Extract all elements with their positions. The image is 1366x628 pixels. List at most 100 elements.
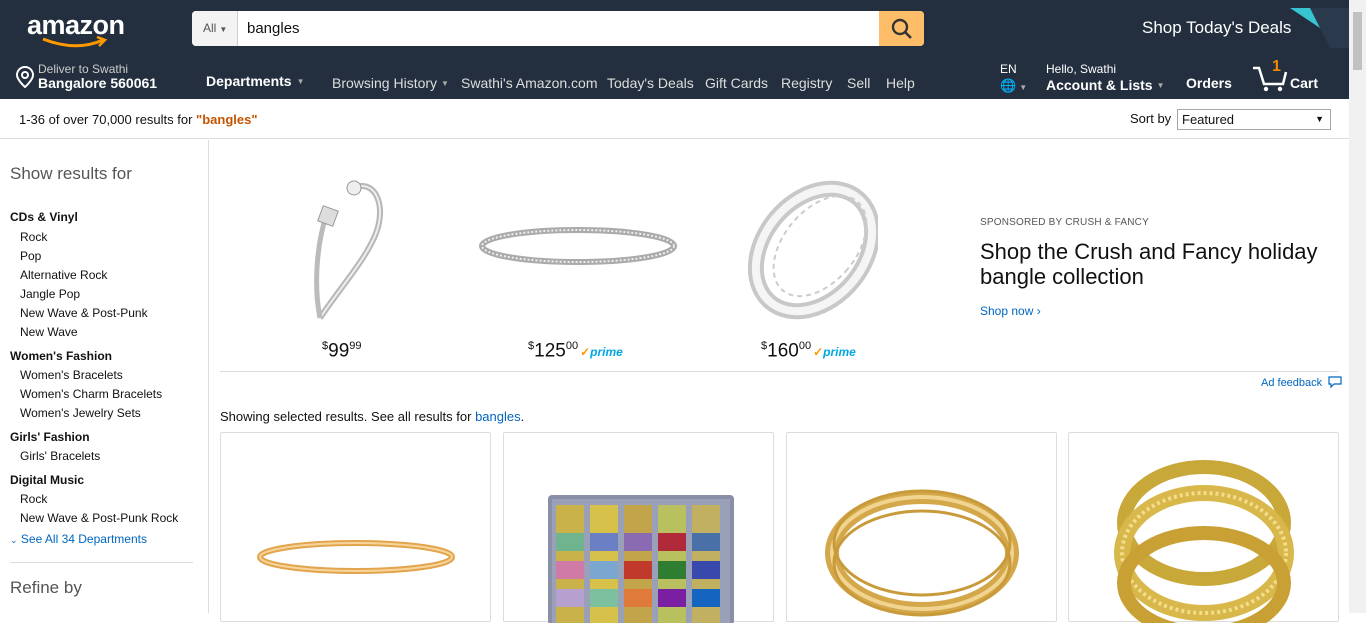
globe-icon: 🌐 (1000, 78, 1017, 93)
sidebar-subcategory[interactable]: New Wave & Post-Punk Rock (20, 511, 178, 525)
see-all-departments-link[interactable]: ⌄ See All 34 Departments (10, 532, 147, 546)
nav-sell[interactable]: Sell (847, 75, 870, 91)
sponsored-price: $12500 ✓prime (528, 340, 623, 362)
price-cents: 00 (798, 340, 812, 352)
caret-down-icon: ▼ (441, 79, 449, 88)
sidebar-subcategory[interactable]: Women's Charm Bracelets (20, 387, 162, 401)
search-input[interactable] (238, 11, 878, 46)
search-button[interactable] (879, 11, 924, 46)
sponsored-product-image[interactable] (478, 224, 678, 277)
ad-divider (220, 371, 1338, 372)
sidebar-category[interactable]: Women's Fashion (10, 349, 112, 363)
deliver-line1: Deliver to Swathi (38, 62, 129, 76)
product-card[interactable] (1068, 432, 1339, 628)
product-card[interactable] (786, 432, 1057, 622)
love-bangle-image (747, 180, 881, 320)
sidebar-subcategory[interactable]: Rock (20, 230, 47, 244)
scrollbar-thumb[interactable] (1353, 12, 1362, 70)
nav-gift-cards[interactable]: Gift Cards (705, 75, 768, 91)
speech-bubble-icon (1328, 376, 1342, 389)
sidebar-subcategory[interactable]: New Wave (20, 325, 78, 339)
prime-check-icon: ✓ (813, 345, 824, 360)
sponsored-price: $16000 ✓prime (761, 340, 856, 362)
orders-link[interactable]: Orders (1186, 75, 1232, 91)
sidebar-subcategory[interactable]: Alternative Rock (20, 268, 107, 282)
sidebar-subcategory[interactable]: Women's Bracelets (20, 368, 123, 382)
results-bar: 1-36 of over 70,000 results for "bangles… (0, 99, 1349, 139)
price-dollars: 125 (534, 340, 566, 362)
prime-label: prime (823, 345, 856, 360)
cart-label: Cart (1290, 75, 1319, 91)
sidebar-category[interactable]: Girls' Fashion (10, 430, 90, 444)
price-cents: 99 (349, 340, 362, 352)
nav-registry[interactable]: Registry (781, 75, 832, 91)
sidebar-heading: Show results for (10, 164, 132, 183)
nav-my-amazon[interactable]: Swathi's Amazon.com (461, 75, 598, 91)
product-card[interactable] (503, 432, 774, 625)
tennis-bangle-image (479, 227, 677, 265)
deliver-line2: Bangalore 560061 (38, 75, 158, 91)
prime-badge: ✓prime (813, 345, 856, 359)
ad-feedback-label: Ad feedback (1261, 377, 1323, 389)
textured-gold-bangles-image (1114, 460, 1294, 628)
sidebar-subcategory[interactable]: Jangle Pop (20, 287, 80, 301)
prime-label: prime (590, 345, 623, 360)
sponsored-headline[interactable]: Shop the Crush and Fancy holiday bangle … (980, 239, 1340, 289)
see-all-results-link[interactable]: bangles (475, 409, 521, 424)
sidebar-subcategory[interactable]: Women's Jewelry Sets (20, 406, 141, 420)
sidebar-divider (10, 562, 193, 563)
caret-down-icon: ▼ (219, 25, 228, 34)
sponsored-label: SPONSORED BY CRUSH & FANCY (980, 217, 1149, 228)
cart-button[interactable]: 1 Cart (1252, 58, 1332, 94)
search-icon (891, 18, 912, 39)
search-category-label: All (203, 21, 217, 35)
sort-value: Featured (1182, 112, 1235, 127)
shop-now-link[interactable]: Shop now › (980, 304, 1041, 318)
sponsored-product-image[interactable] (296, 168, 396, 333)
see-all-label: See All 34 Departments (20, 532, 147, 546)
location-pin-icon (16, 66, 34, 88)
account-menu[interactable]: Hello, Swathi Account & Lists ▼ (1046, 62, 1165, 93)
price-cents: 00 (565, 340, 579, 352)
refine-heading: Refine by (10, 578, 82, 597)
sort-dropdown[interactable]: Featured ▼ (1177, 109, 1331, 130)
sort-label: Sort by (1130, 111, 1172, 126)
showing-text: Showing selected results. See all result… (220, 409, 476, 424)
nav-link-label: Browsing History (332, 75, 438, 91)
sidebar: Show results for CDs & Vinyl Rock Pop Al… (0, 140, 209, 613)
caret-down-icon: ▼ (1019, 83, 1028, 92)
sidebar-subcategory[interactable]: Girls' Bracelets (20, 449, 100, 463)
bangle-set-box-image (548, 495, 734, 625)
search-bar: All ▼ (192, 11, 924, 46)
amazon-logo[interactable]: amazon (27, 10, 127, 48)
product-card[interactable] (220, 432, 491, 622)
cart-icon (1253, 66, 1288, 92)
sidebar-category[interactable]: Digital Music (10, 473, 84, 487)
sidebar-category[interactable]: CDs & Vinyl (10, 210, 78, 224)
departments-label: Departments (206, 73, 292, 89)
sponsored-product-image[interactable] (747, 168, 881, 333)
prime-check-icon: ✓ (580, 345, 591, 360)
result-query: "bangles" (196, 112, 258, 127)
nav-todays-deals[interactable]: Today's Deals (607, 75, 694, 91)
result-count: 1-36 of over 70,000 results for "bangles… (19, 112, 258, 127)
smile-icon (42, 36, 108, 48)
top-nav: amazon All▼ Shop Today's Deals Deliver t… (0, 0, 1366, 99)
sponsored-price: $9999 (322, 340, 362, 362)
promo-corner-graphic (1290, 8, 1350, 48)
todays-deals-banner[interactable]: Shop Today's Deals (1142, 18, 1291, 38)
language-selector[interactable]: EN 🌐 ▼ (1000, 62, 1027, 94)
caret-down-icon: ▼ (1156, 81, 1165, 90)
departments-menu[interactable]: Departments ▼ (206, 73, 305, 89)
sidebar-subcategory[interactable]: New Wave & Post-Punk (20, 306, 148, 320)
sidebar-subcategory[interactable]: Pop (20, 249, 41, 263)
ad-feedback-link[interactable]: Ad feedback (1261, 376, 1342, 389)
open-cuff-bangle-image (314, 180, 384, 320)
page-scrollbar[interactable] (1349, 0, 1366, 613)
nav-help[interactable]: Help (886, 75, 915, 91)
price-dollars: 160 (767, 340, 799, 362)
sidebar-subcategory[interactable]: Rock (20, 492, 47, 506)
result-count-prefix: 1-36 of over 70,000 results for (19, 112, 197, 127)
nav-browsing-history[interactable]: Browsing History ▼ (332, 75, 449, 91)
search-category-dropdown[interactable]: All ▼ (192, 11, 238, 46)
